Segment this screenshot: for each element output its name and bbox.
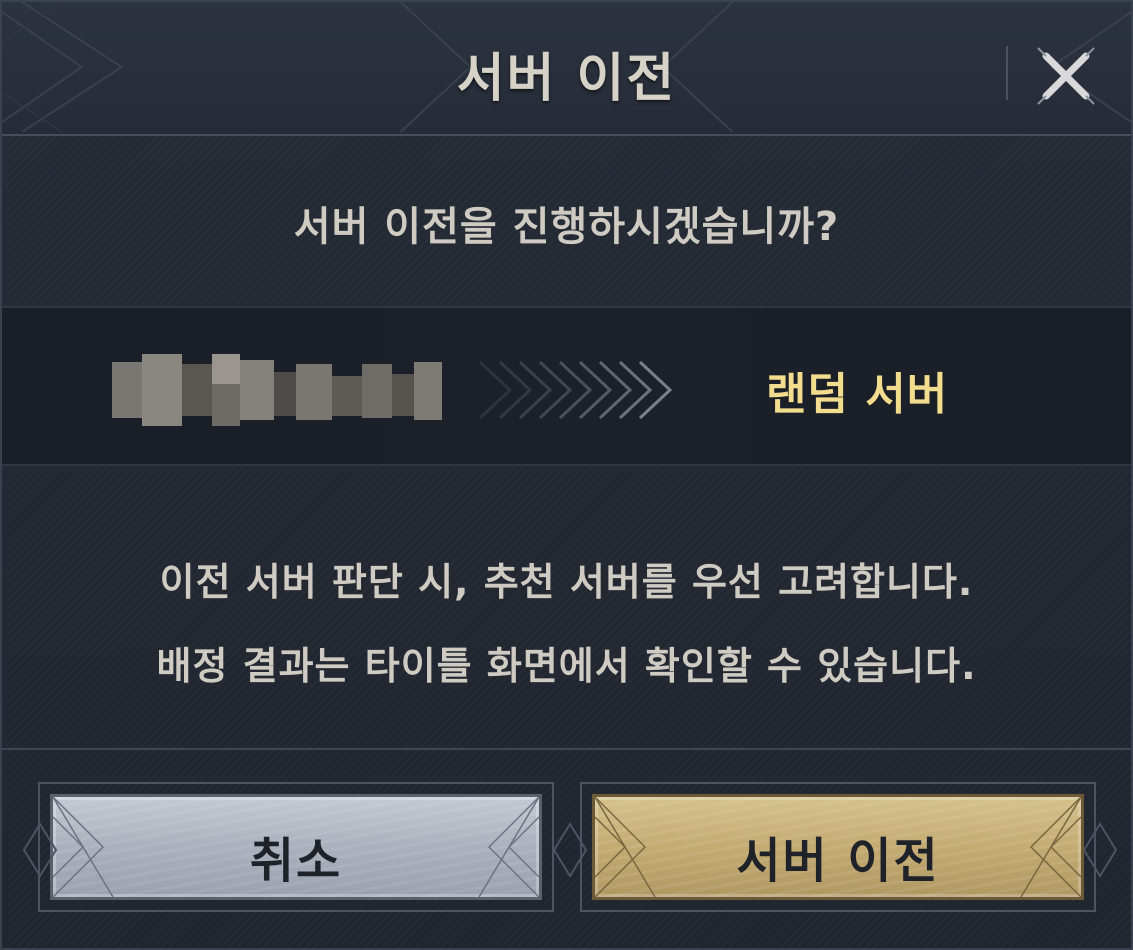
chevrons-right-icon (478, 360, 673, 420)
confirm-button-label: 서버 이전 (736, 833, 940, 889)
button-side-ornament (552, 822, 588, 878)
cancel-button-label: 취소 (249, 833, 343, 889)
button-side-ornament (1082, 822, 1118, 878)
dialog-title: 서버 이전 (456, 49, 677, 109)
server-transfer-dialog: 서버 이전 서버 이전을 진행하시겠습니까? 랜덤 서버 이전 서버 판단 시,… (0, 0, 1133, 950)
info-line-1: 이전 서버 판단 시, 추천 서버를 우선 고려합니다. (159, 560, 974, 604)
confirm-question: 서버 이전을 진행하시겠습니까? (293, 204, 840, 250)
current-server-name-pixelated (112, 354, 442, 426)
button-side-ornament (22, 822, 58, 878)
server-transfer-strip: 랜덤 서버 (2, 306, 1131, 466)
close-divider (1006, 46, 1008, 100)
bottom-divider (2, 748, 1131, 750)
info-text: 이전 서버 판단 시, 추천 서버를 우선 고려합니다. 배정 결과는 타이틀 … (2, 540, 1131, 708)
question-band: 서버 이전을 진행하시겠습니까? (2, 136, 1131, 306)
info-line-2: 배정 결과는 타이틀 화면에서 확인할 수 있습니다. (156, 644, 977, 688)
confirm-transfer-button[interactable]: 서버 이전 (592, 794, 1084, 900)
close-button[interactable] (1032, 42, 1100, 110)
cancel-button[interactable]: 취소 (50, 794, 542, 900)
close-icon (1037, 47, 1095, 105)
target-server-label: 랜덤 서버 (766, 369, 949, 420)
dialog-header: 서버 이전 (2, 2, 1131, 136)
